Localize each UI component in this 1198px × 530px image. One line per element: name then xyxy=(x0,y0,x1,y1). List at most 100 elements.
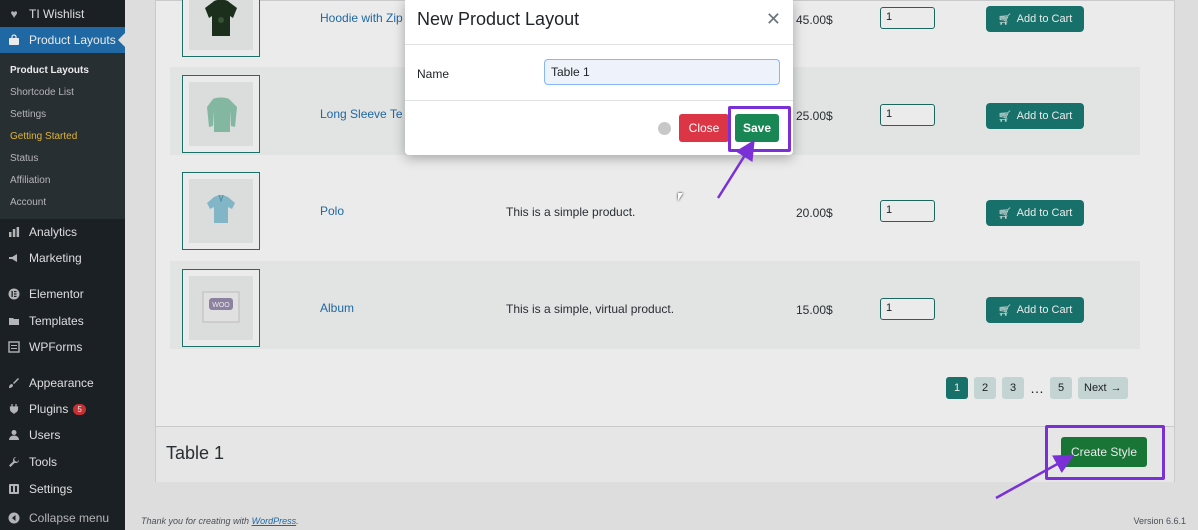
cart-icon: 🛒︎ xyxy=(997,207,1012,220)
product-price: 25.00$ xyxy=(796,109,833,123)
sidebar-item-label: Settings xyxy=(29,482,73,496)
layout-title: Table 1 xyxy=(166,443,225,463)
add-to-cart-button[interactable]: 🛒︎ Add to Cart xyxy=(986,200,1084,226)
add-to-cart-label: Add to Cart xyxy=(1016,110,1073,122)
wrench-icon xyxy=(7,455,21,469)
footer-thanks: Thank you for creating with WordPress. xyxy=(141,516,299,526)
cart-icon: 🛒︎ xyxy=(997,304,1012,317)
product-thumbnail[interactable] xyxy=(182,0,260,57)
submenu-item-account[interactable]: Account xyxy=(10,197,46,208)
pagination-ellipsis: … xyxy=(1030,380,1044,396)
cart-icon: 🛒︎ xyxy=(997,110,1012,123)
sidebar-item-settings[interactable]: Settings xyxy=(0,476,125,502)
active-indicator xyxy=(118,33,125,47)
version-text: Version 6.6.1 xyxy=(1133,516,1186,526)
product-thumbnail[interactable]: WOO xyxy=(182,269,260,347)
sidebar-item-label: Product Layouts xyxy=(29,33,116,47)
product-description: This is a simple product. xyxy=(506,205,636,219)
product-name-link[interactable]: Polo xyxy=(320,204,344,218)
add-to-cart-label: Add to Cart xyxy=(1016,13,1073,25)
quantity-input[interactable]: 1 xyxy=(880,104,935,126)
sidebar-item-tools[interactable]: Tools xyxy=(0,449,125,475)
user-icon xyxy=(7,428,21,442)
sidebar-item-label: Analytics xyxy=(29,225,78,239)
sidebar-item-label: Marketing xyxy=(29,251,82,265)
close-icon[interactable]: ✕ xyxy=(766,9,781,30)
bar-chart-icon xyxy=(7,225,21,239)
sidebar-item-label: TI Wishlist xyxy=(29,7,85,21)
sidebar-item-label: WPForms xyxy=(29,340,83,354)
close-button[interactable]: Close xyxy=(679,114,729,142)
sidebar-item-analytics[interactable]: Analytics xyxy=(0,219,125,245)
page-2-button[interactable]: 2 xyxy=(974,377,996,399)
product-price: 45.00$ xyxy=(796,13,833,27)
table-row: WOO Album This is a simple, virtual prod… xyxy=(170,261,1140,349)
add-to-cart-button[interactable]: 🛒︎ Add to Cart xyxy=(986,103,1084,129)
submenu-item-status[interactable]: Status xyxy=(10,153,38,164)
product-thumbnail[interactable] xyxy=(182,172,260,250)
megaphone-icon xyxy=(7,251,21,265)
next-page-button[interactable]: Next → xyxy=(1078,377,1128,399)
quantity-input[interactable]: 1 xyxy=(880,298,935,320)
sidebar-item-ti-wishlist[interactable]: ♥ TI Wishlist xyxy=(0,1,125,27)
settings-icon xyxy=(7,482,21,496)
next-label: Next xyxy=(1084,382,1107,394)
elementor-icon xyxy=(7,287,21,301)
page-1-button[interactable]: 1 xyxy=(946,377,968,399)
sidebar-item-appearance[interactable]: Appearance xyxy=(0,370,125,396)
brush-icon xyxy=(7,376,21,390)
product-name-link[interactable]: Long Sleeve Te xyxy=(320,107,403,121)
thanks-text: Thank you for creating with xyxy=(141,516,250,526)
submenu-item-product-layouts[interactable]: Product Layouts xyxy=(10,65,89,76)
sidebar-item-label: Elementor xyxy=(29,287,84,301)
form-icon xyxy=(7,340,21,354)
folder-icon xyxy=(7,314,21,328)
loading-spinner-icon xyxy=(658,122,671,135)
sidebar-item-users[interactable]: Users xyxy=(0,422,125,448)
polo-image-icon xyxy=(207,194,235,223)
hoodie-image-icon xyxy=(205,0,237,36)
cart-icon: 🛒︎ xyxy=(997,13,1012,26)
save-highlight-box xyxy=(728,106,791,152)
page-5-button[interactable]: 5 xyxy=(1050,377,1072,399)
name-input[interactable]: Table 1 xyxy=(544,59,780,85)
bag-icon xyxy=(7,33,21,47)
submenu-item-shortcode-list[interactable]: Shortcode List xyxy=(10,87,74,98)
quantity-input[interactable]: 1 xyxy=(880,7,935,29)
sidebar-item-label: Users xyxy=(29,428,61,442)
sidebar-item-elementor[interactable]: Elementor xyxy=(0,281,125,307)
sidebar-item-product-layouts[interactable]: Product Layouts xyxy=(0,27,125,53)
add-to-cart-button[interactable]: 🛒︎ Add to Cart xyxy=(986,6,1084,32)
arrow-right-icon: → xyxy=(1110,382,1122,394)
quantity-input[interactable]: 1 xyxy=(880,200,935,222)
sidebar-item-label: Templates xyxy=(29,314,84,328)
product-thumbnail[interactable] xyxy=(182,75,260,153)
add-to-cart-button[interactable]: 🛒︎ Add to Cart xyxy=(986,297,1084,323)
long-sleeve-image-icon xyxy=(207,97,237,132)
page-3-button[interactable]: 3 xyxy=(1002,377,1024,399)
submenu-item-getting-started[interactable]: Getting Started xyxy=(10,131,77,142)
heart-icon: ♥ xyxy=(10,7,18,21)
sidebar-item-wpforms[interactable]: WPForms xyxy=(0,334,125,360)
sidebar-item-label: Plugins xyxy=(29,402,69,416)
submenu-item-settings[interactable]: Settings xyxy=(10,109,46,120)
product-name-link[interactable]: Album xyxy=(320,301,354,315)
sidebar-item-plugins[interactable]: Plugins 5 xyxy=(0,396,125,422)
plugins-update-badge: 5 xyxy=(73,403,86,415)
sidebar-collapse-menu[interactable]: Collapse menu xyxy=(0,505,125,530)
add-to-cart-label: Add to Cart xyxy=(1016,207,1073,219)
plug-icon xyxy=(7,402,21,416)
album-image-icon: WOO xyxy=(202,291,240,323)
modal-body: Name Table 1 xyxy=(405,45,793,101)
wordpress-link[interactable]: WordPress xyxy=(252,516,297,526)
submenu-product-layouts: Product Layouts Shortcode List Settings … xyxy=(0,53,125,219)
product-name-link[interactable]: Hoodie with Zip xyxy=(320,11,403,25)
sidebar-item-label: Collapse menu xyxy=(29,511,110,525)
modal-header: New Product Layout ✕ xyxy=(405,0,793,45)
submenu-item-affiliation[interactable]: Affiliation xyxy=(10,175,50,186)
product-price: 20.00$ xyxy=(796,206,833,220)
svg-text:WOO: WOO xyxy=(212,302,230,309)
sidebar-item-templates[interactable]: Templates xyxy=(0,308,125,334)
table-footer: Table 1 Create Style xyxy=(156,426,1174,482)
sidebar-item-marketing[interactable]: Marketing xyxy=(0,245,125,271)
